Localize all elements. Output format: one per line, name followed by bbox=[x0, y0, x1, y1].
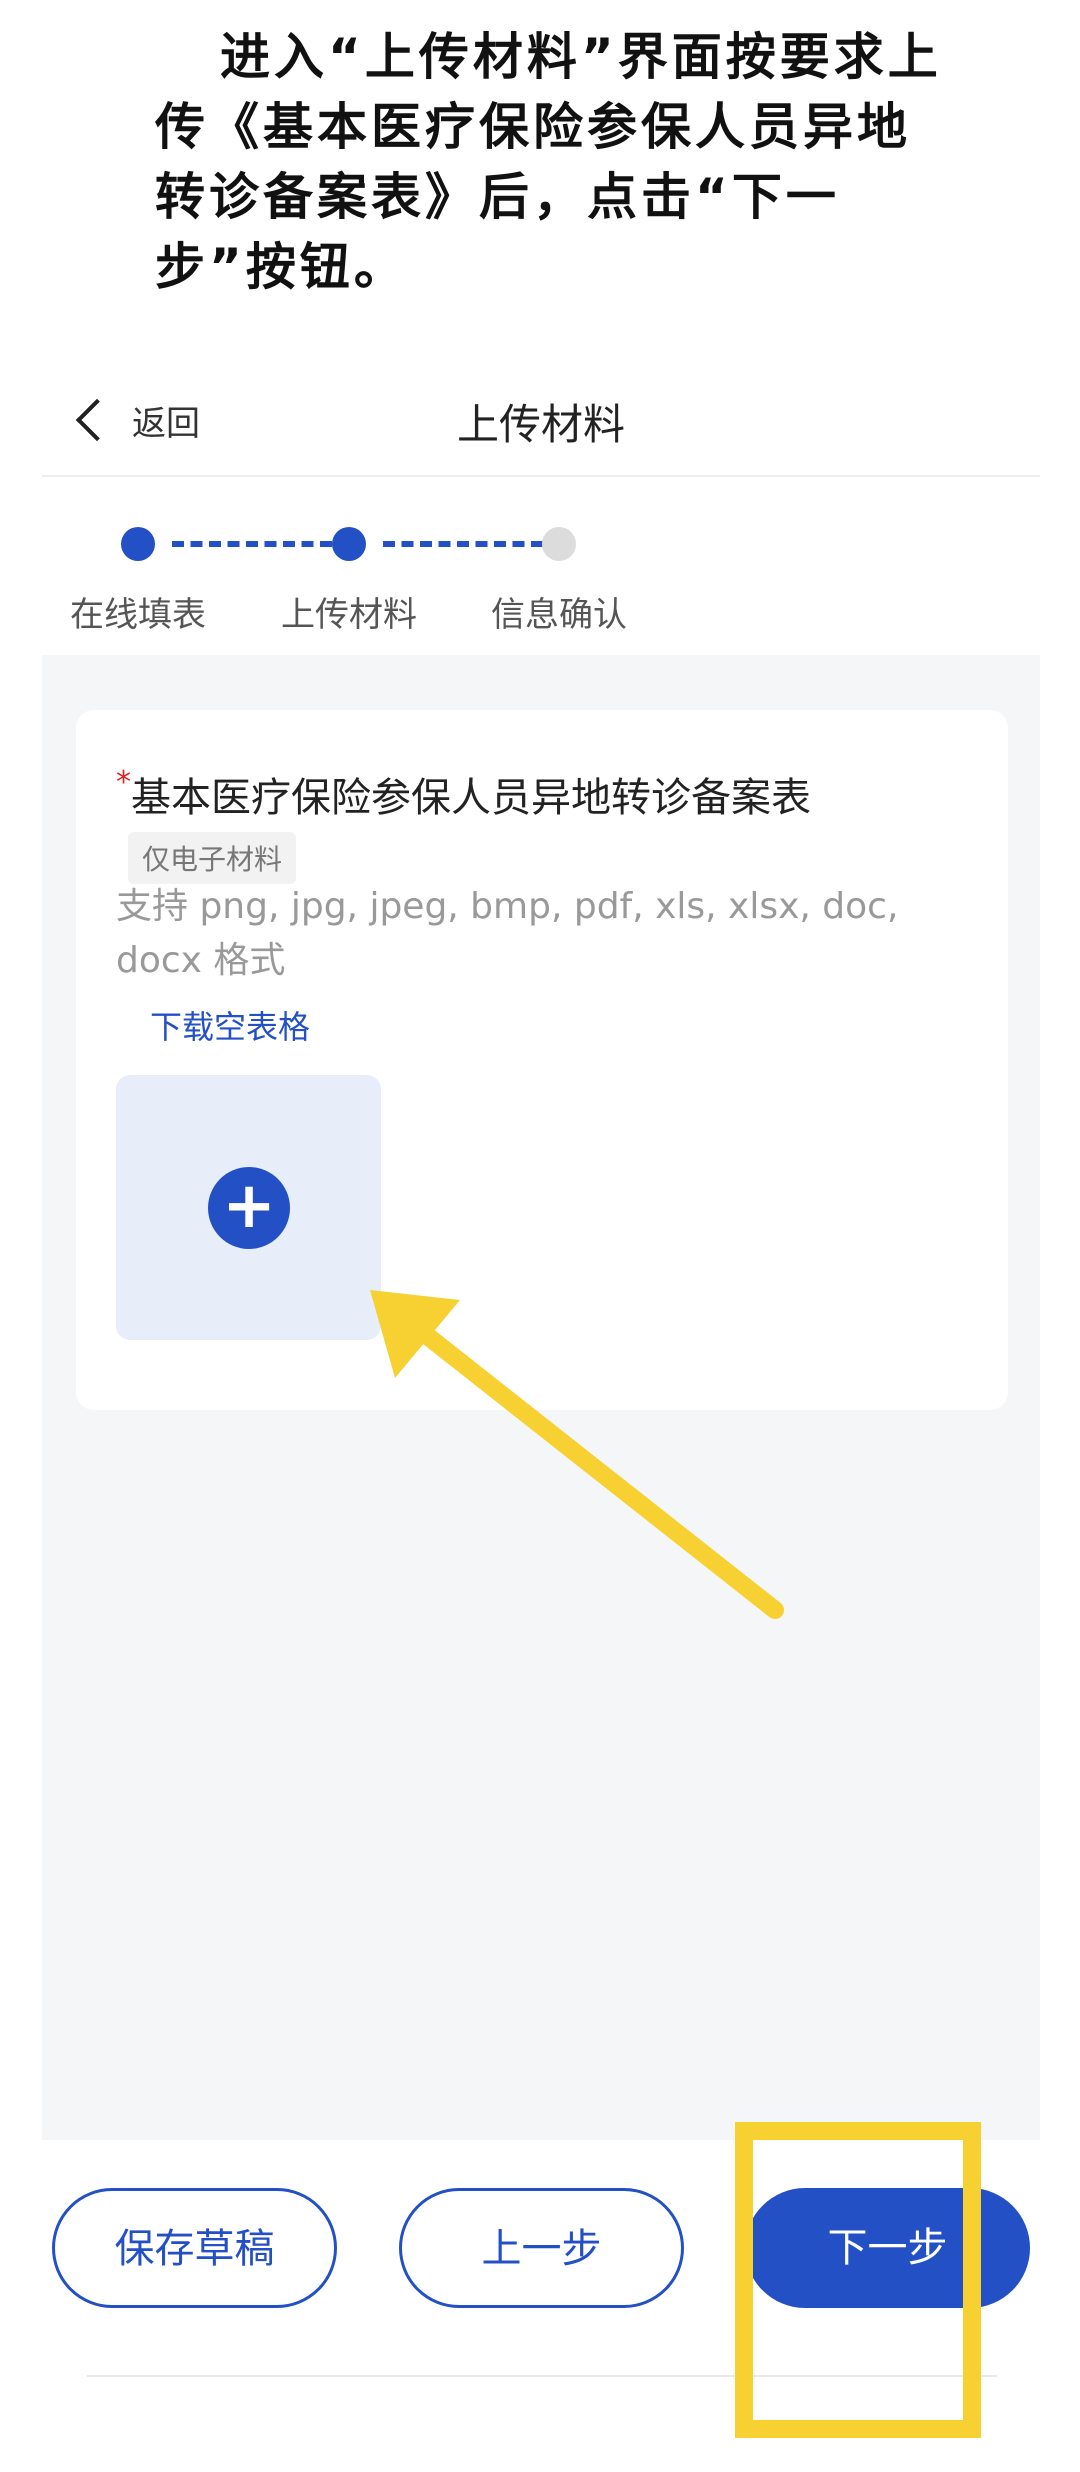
download-blank-form-link[interactable]: 下载空表格 bbox=[150, 1002, 310, 1048]
page-title: 上传材料 bbox=[456, 400, 625, 449]
step-dot-confirm bbox=[542, 527, 576, 561]
field-title-text: 基本医疗保险参保人员异地转诊备案表 bbox=[131, 775, 811, 821]
step-dot-upload bbox=[332, 527, 366, 561]
next-button-highlight bbox=[735, 2122, 981, 2438]
progress-steps: 在线填表 上传材料 信息确认 bbox=[42, 477, 1040, 635]
step-label-confirm: 信息确认 bbox=[491, 595, 627, 635]
content-area: *基本医疗保险参保人员异地转诊备案表 仅电子材料 支持 png, jpg, jp… bbox=[42, 655, 1040, 2140]
upload-materials-screen: 返回 上传材料 在线填表 上传材料 信息确认 *基本医疗保险参保人员异地转诊备案… bbox=[42, 355, 1040, 2395]
navigation-bar: 返回 上传材料 bbox=[42, 355, 1040, 477]
plus-icon[interactable]: + bbox=[208, 1167, 290, 1249]
step-connector bbox=[172, 541, 332, 547]
step-connector bbox=[383, 541, 543, 547]
instruction-text: 进入“上传材料”界面按要求上传《基本医疗保险参保人员异地转诊备案表》后，点击“下… bbox=[155, 28, 942, 296]
step-label-upload: 上传材料 bbox=[281, 595, 417, 635]
previous-step-button[interactable]: 上一步 bbox=[399, 2188, 684, 2308]
save-draft-button[interactable]: 保存草稿 bbox=[52, 2188, 337, 2308]
upload-card: *基本医疗保险参保人员异地转诊备案表 仅电子材料 支持 png, jpg, jp… bbox=[76, 710, 1008, 1410]
electronic-only-tag: 仅电子材料 bbox=[128, 832, 297, 884]
field-title: *基本医疗保险参保人员异地转诊备案表 bbox=[116, 765, 811, 823]
upload-box[interactable]: + bbox=[116, 1075, 381, 1340]
required-mark: * bbox=[116, 765, 131, 800]
format-hint: 支持 png, jpg, jpeg, bmp, pdf, xls, xlsx, … bbox=[116, 886, 899, 981]
step-label-fill-form: 在线填表 bbox=[70, 595, 206, 635]
step-dot-fill-form bbox=[121, 527, 155, 561]
